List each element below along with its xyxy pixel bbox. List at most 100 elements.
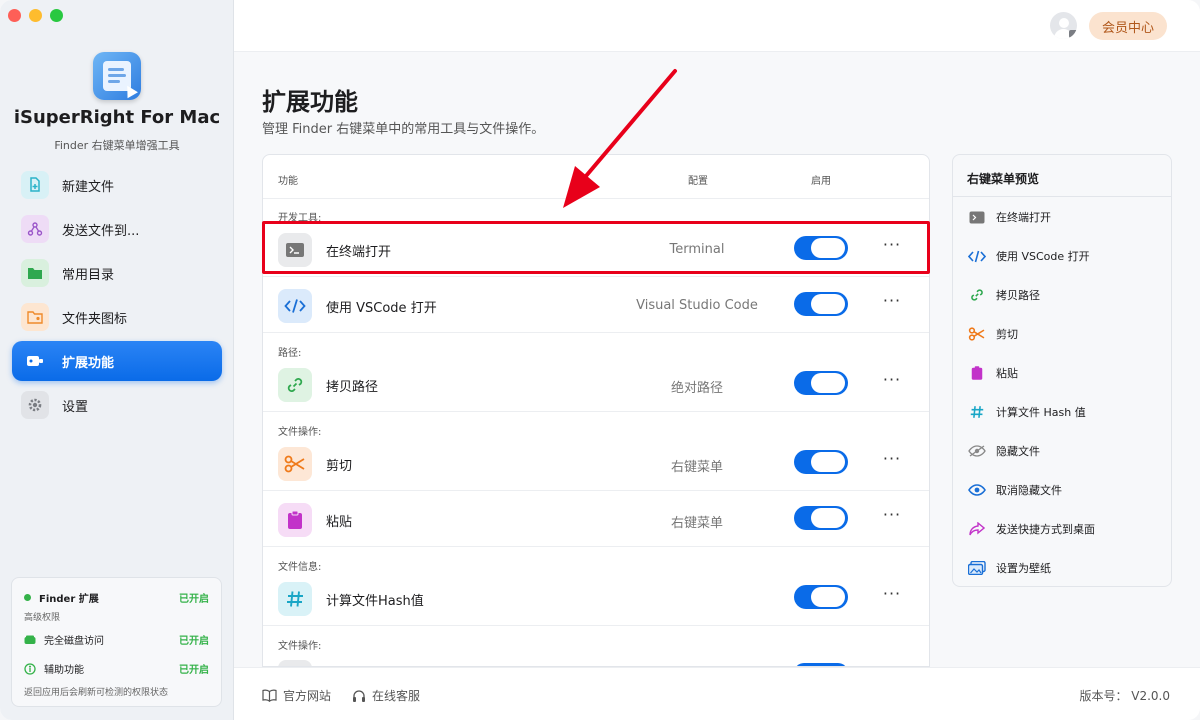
extension-icon	[21, 347, 49, 375]
terminal-icon	[278, 233, 312, 267]
preview-item: 设置为壁纸	[967, 558, 1051, 578]
close-window-button[interactable]	[8, 9, 21, 22]
more-options-icon[interactable]: ···	[881, 292, 903, 314]
row-config[interactable]: 右键菜单	[593, 512, 801, 531]
enable-toggle[interactable]	[794, 450, 848, 474]
minimize-window-button[interactable]	[29, 9, 42, 22]
preview-title: 右键菜单预览	[953, 155, 1171, 197]
row-name: 粘贴	[326, 515, 353, 530]
headset-icon	[353, 689, 365, 702]
table-row[interactable]: 拷贝路径 绝对路径 ···	[263, 356, 929, 412]
vip-center-button[interactable]: 会员中心	[1089, 12, 1167, 40]
sidebar-item-common-dirs[interactable]: 常用目录	[12, 253, 222, 293]
preview-item: 发送快捷方式到桌面	[967, 519, 1095, 539]
sidebar-nav: 新建文件 发送文件到... 常用目录 文件夹图标 扩展功能 设置	[12, 165, 222, 429]
sidebar-item-label: 扩展功能	[62, 355, 115, 371]
table-row[interactable]: 剪切 右键菜单 ···	[263, 435, 929, 491]
row-name: 使用 VSCode 打开	[326, 301, 437, 316]
accessibility-icon	[24, 662, 36, 675]
new-file-icon	[21, 171, 49, 199]
preview-item: 在终端打开	[967, 207, 1051, 227]
enable-toggle[interactable]	[794, 585, 848, 609]
row-config[interactable]: Visual Studio Code	[593, 298, 801, 313]
eye-icon	[967, 480, 987, 500]
sidebar: iSuperRight For Mac Finder 右键菜单增强工具 新建文件…	[0, 0, 234, 720]
advanced-permissions-label: 高级权限	[24, 613, 61, 623]
website-link[interactable]: 官方网站	[262, 687, 331, 704]
page-subtitle: 管理 Finder 右键菜单中的常用工具与文件操作。	[262, 122, 545, 137]
column-header-enabled: 启用	[811, 176, 831, 187]
link-icon	[278, 368, 312, 402]
gear-icon	[21, 391, 49, 419]
sidebar-item-extensions[interactable]: 扩展功能	[12, 341, 222, 381]
enable-toggle[interactable]	[794, 236, 848, 260]
sidebar-item-label: 发送文件到...	[62, 223, 140, 239]
preview-item: 剪切	[967, 324, 1018, 344]
context-menu-preview: 右键菜单预览 在终端打开 使用 VSCode 打开 拷贝路径 剪切 粘贴 计算文…	[952, 154, 1172, 587]
finder-extension-status: Finder 扩展 已开启	[24, 590, 209, 605]
link-icon	[967, 285, 987, 305]
more-options-icon[interactable]: ···	[881, 236, 903, 258]
sidebar-item-settings[interactable]: 设置	[12, 385, 222, 425]
more-options-icon[interactable]: ···	[881, 506, 903, 528]
share-arrow-icon	[967, 519, 987, 539]
group-label: 文件操作:	[278, 641, 322, 652]
folder-icon	[21, 259, 49, 287]
main-content: 会员中心 扩展功能 管理 Finder 右键菜单中的常用工具与文件操作。 功能 …	[234, 0, 1200, 720]
preview-item: 隐藏文件	[967, 441, 1040, 461]
scissors-icon	[967, 324, 987, 344]
full-disk-access-status: 完全磁盘访问 已开启	[24, 632, 209, 647]
zoom-window-button[interactable]	[50, 9, 63, 22]
partial-row-icon	[278, 660, 312, 666]
sidebar-item-send-file[interactable]: 发送文件到...	[12, 209, 222, 249]
sidebar-item-folder-icons[interactable]: 文件夹图标	[12, 297, 222, 337]
preview-item: 使用 VSCode 打开	[967, 246, 1090, 266]
footer: 官方网站 在线客服 版本号： V2.0.0	[234, 667, 1200, 720]
table-row[interactable]: 在终端打开 Terminal ···	[263, 221, 929, 277]
row-name: 拷贝路径	[326, 380, 379, 395]
extensions-table: 功能 配置 启用 开发工具: 在终端打开 Terminal ··· 使用 VSC…	[262, 154, 930, 667]
page-title: 扩展功能	[262, 88, 358, 116]
enable-toggle[interactable]	[794, 506, 848, 530]
clipboard-icon	[278, 503, 312, 537]
row-config[interactable]: 右键菜单	[593, 456, 801, 475]
sidebar-item-new-file[interactable]: 新建文件	[12, 165, 222, 205]
column-header-config: 配置	[688, 176, 708, 187]
sidebar-item-label: 新建文件	[62, 179, 115, 195]
top-bar: 会员中心	[234, 0, 1200, 52]
row-config[interactable]: 绝对路径	[593, 377, 801, 396]
enable-toggle[interactable]	[794, 292, 848, 316]
table-row[interactable]: 粘贴 右键菜单 ···	[263, 491, 929, 547]
column-header-feature: 功能	[278, 176, 298, 187]
code-icon	[278, 289, 312, 323]
app-window: iSuperRight For Mac Finder 右键菜单增强工具 新建文件…	[0, 0, 1200, 720]
book-icon	[262, 689, 277, 702]
disk-icon	[24, 635, 36, 644]
table-row[interactable]: 计算文件Hash值 ···	[263, 570, 929, 626]
preview-item: 取消隐藏文件	[967, 480, 1062, 500]
more-options-icon[interactable]: ···	[881, 585, 903, 607]
folder-image-icon	[21, 303, 49, 331]
scissors-icon	[278, 447, 312, 481]
row-config[interactable]: Terminal	[593, 242, 801, 257]
preview-item: 计算文件 Hash 值	[967, 402, 1086, 422]
hash-icon	[967, 402, 987, 422]
row-name: 在终端打开	[326, 245, 392, 260]
window-controls	[8, 9, 63, 22]
version-label: 版本号： V2.0.0	[1079, 689, 1170, 703]
preview-item: 拷贝路径	[967, 285, 1040, 305]
support-link[interactable]: 在线客服	[352, 687, 420, 704]
more-options-icon[interactable]: ···	[881, 450, 903, 472]
clipboard-icon	[967, 363, 987, 383]
avatar[interactable]	[1050, 12, 1077, 39]
more-options-icon[interactable]: ···	[881, 371, 903, 393]
status-dot-icon	[24, 594, 31, 601]
table-header: 功能 配置 启用	[263, 155, 929, 199]
row-name: 计算文件Hash值	[326, 594, 424, 609]
app-name: iSuperRight For Mac	[13, 107, 221, 128]
enable-toggle[interactable]	[794, 371, 848, 395]
wallpaper-icon	[967, 558, 987, 578]
table-row[interactable]: 使用 VSCode 打开 Visual Studio Code ···	[263, 277, 929, 333]
row-name: 剪切	[326, 459, 353, 474]
accessibility-status: 辅助功能 已开启	[24, 661, 209, 676]
